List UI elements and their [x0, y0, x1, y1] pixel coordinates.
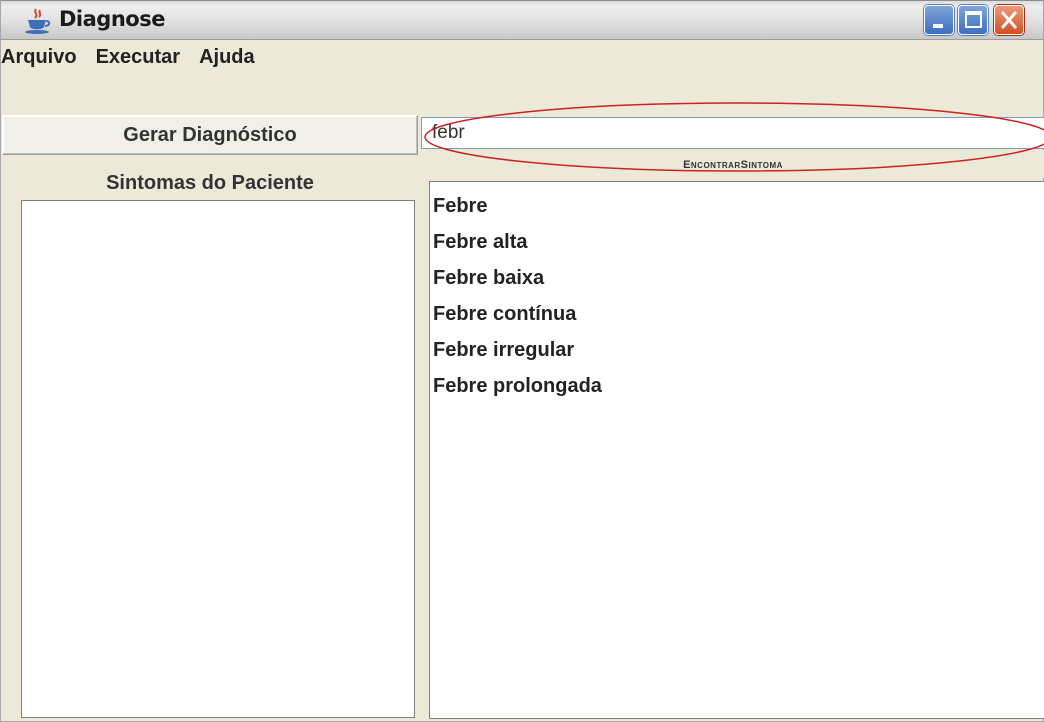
menu-arquivo[interactable]: Arquivo [1, 46, 86, 69]
patient-symptoms-label: Sintomas do Paciente [106, 172, 314, 194]
list-item[interactable]: Febre irregular [430, 336, 1044, 372]
menu-ajuda[interactable]: Ajuda [199, 46, 264, 69]
list-item[interactable]: Febre [430, 192, 1044, 228]
java-coffee-icon[interactable] [23, 7, 53, 35]
close-button[interactable] [994, 5, 1024, 35]
list-item[interactable]: Febre baixa [430, 264, 1044, 300]
minimize-button[interactable] [924, 5, 954, 35]
list-item[interactable]: Febre alta [430, 228, 1044, 264]
minimize-icon [933, 24, 943, 28]
patient-symptoms-list[interactable] [21, 200, 415, 718]
menu-bar: Arquivo Executar Ajuda [1, 40, 1043, 74]
window-title: Diagnose [59, 7, 165, 31]
symptom-results-list[interactable]: Febre Febre alta Febre baixa Febre contí… [429, 181, 1044, 719]
maximize-button[interactable] [958, 5, 988, 35]
maximize-icon [965, 11, 982, 28]
app-window: Diagnose Arquivo Executar Ajuda Gerar Di… [0, 0, 1044, 722]
find-symptom-button[interactable]: EncontrarSintoma [421, 150, 1044, 178]
title-bar[interactable]: Diagnose [1, 0, 1043, 40]
list-item[interactable]: Febre prolongada [430, 372, 1044, 408]
close-icon [1000, 11, 1018, 29]
menu-executar[interactable]: Executar [96, 46, 190, 69]
symptom-search-input[interactable]: febr [421, 117, 1044, 149]
generate-diagnosis-button[interactable]: Gerar Diagnóstico [2, 115, 418, 155]
list-item[interactable]: Febre contínua [430, 300, 1044, 336]
